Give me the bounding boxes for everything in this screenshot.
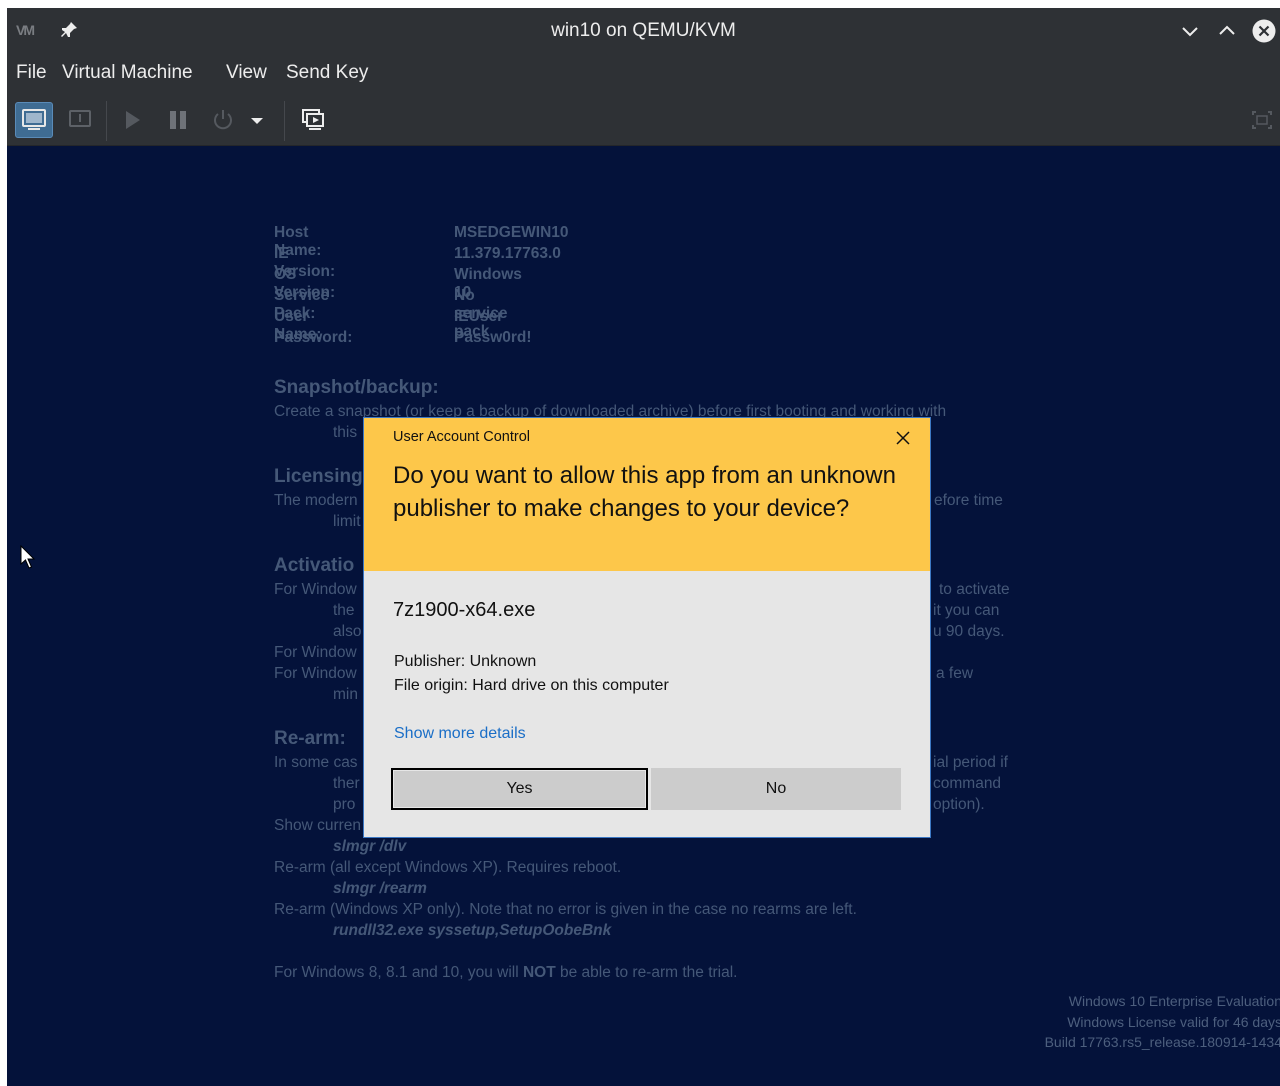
no-button[interactable]: No xyxy=(651,768,901,810)
licensing-heading: Licensing xyxy=(274,466,363,487)
bg-text: min xyxy=(333,686,358,703)
menu-bar: File Virtual Machine View Send Key xyxy=(7,55,1280,95)
bg-text: Re-arm (all except Windows XP). Requires… xyxy=(274,859,622,876)
maximize-icon[interactable] xyxy=(1215,19,1239,43)
yes-button[interactable]: Yes xyxy=(391,768,648,810)
close-icon[interactable] xyxy=(894,429,912,447)
command-text: slmgr /rearm xyxy=(333,880,427,897)
mouse-cursor-icon xyxy=(20,545,36,569)
uac-header: User Account Control Do you want to allo… xyxy=(364,418,930,571)
toolbar-separator xyxy=(284,101,285,141)
window-title: win10 on QEMU/KVM xyxy=(551,20,736,41)
bg-text: For Window xyxy=(274,644,357,661)
bg-text: In some cas xyxy=(274,754,358,771)
bg-text: this xyxy=(333,424,358,441)
menu-virtual-machine[interactable]: Virtual Machine xyxy=(62,62,193,84)
close-icon[interactable] xyxy=(1252,19,1276,43)
eval-watermark: Build 17763.rs5_release.180914-1434 xyxy=(1044,1034,1280,1050)
run-icon[interactable] xyxy=(113,102,151,138)
info-value: Passw0rd! xyxy=(454,329,532,346)
bg-text: a few xyxy=(936,665,974,682)
vm-window: VM win10 on QEMU/KVM File Virtual Machin… xyxy=(7,8,1280,1086)
bg-text: also xyxy=(333,623,362,640)
bg-text: The modern xyxy=(274,492,358,509)
console-button[interactable] xyxy=(15,102,53,138)
bg-text: option). xyxy=(933,796,985,813)
uac-app-name: 7z1900-x64.exe xyxy=(393,599,536,621)
eval-watermark: Windows License valid for 46 days xyxy=(1067,1014,1280,1030)
bg-text: Show curren xyxy=(274,817,362,834)
bg-text: efore time xyxy=(934,492,1003,509)
fullscreen-icon[interactable] xyxy=(1243,102,1280,138)
rearm-note-pre: For Windows 8, 8.1 and 10, you will xyxy=(274,964,523,981)
command-text: rundll32.exe syssetup,SetupOobeBnk xyxy=(333,922,612,939)
show-more-details-link[interactable]: Show more details xyxy=(394,725,526,743)
uac-publisher: Publisher: Unknown xyxy=(394,653,537,670)
command-text: slmgr /dlv xyxy=(333,838,407,855)
uac-question: Do you want to allow this app from an un… xyxy=(393,462,896,522)
bg-text: command xyxy=(933,775,1002,792)
bg-text: ial period if xyxy=(933,754,1008,771)
eval-watermark: Windows 10 Enterprise Evaluation xyxy=(1068,993,1280,1009)
toolbar xyxy=(7,95,1280,146)
info-value: MSEDGEWIN10 xyxy=(454,224,569,241)
uac-file-origin: File origin: Hard drive on this computer xyxy=(394,677,669,694)
rearm-note-bold: NOT xyxy=(522,964,556,981)
activation-heading: Activatio xyxy=(274,555,355,576)
guest-desktop[interactable]: Host Name: IE Version: OS Version: Servi… xyxy=(7,146,1280,1086)
dropdown-icon[interactable] xyxy=(245,102,269,138)
rearm-note-post: be able to re-arm the trial. xyxy=(555,964,738,981)
bg-text: u 90 days. xyxy=(933,623,1005,640)
menu-send-key[interactable]: Send Key xyxy=(286,62,368,84)
uac-dialog: User Account Control Do you want to allo… xyxy=(363,417,931,838)
bg-text: it you can xyxy=(933,602,1000,619)
bg-text: ther xyxy=(333,775,360,792)
menu-file[interactable]: File xyxy=(16,62,47,84)
power-icon[interactable] xyxy=(204,102,242,138)
rearm-note: For Windows 8, 8.1 and 10, you will NOT … xyxy=(274,964,737,982)
bg-text: the xyxy=(333,602,355,619)
bg-text: For Window xyxy=(274,581,357,598)
info-label: Password: xyxy=(274,329,353,346)
bg-text: For Window xyxy=(274,665,357,682)
snapshots-icon[interactable] xyxy=(294,102,332,138)
rearm-heading: Re-arm: xyxy=(274,728,346,749)
info-value: IEUser xyxy=(454,308,504,325)
pause-icon[interactable] xyxy=(159,102,197,138)
bg-text: limit xyxy=(333,513,361,530)
bg-text: pro xyxy=(333,796,356,813)
bg-text: to activate xyxy=(939,581,1010,598)
minimize-icon[interactable] xyxy=(1178,19,1202,43)
title-bar: VM win10 on QEMU/KVM xyxy=(7,8,1280,55)
uac-caption: User Account Control xyxy=(393,429,531,445)
bg-text: Re-arm (Windows XP only). Note that no e… xyxy=(274,901,857,918)
toolbar-separator xyxy=(106,101,107,141)
menu-view[interactable]: View xyxy=(226,62,267,84)
details-icon[interactable] xyxy=(61,102,99,138)
info-value: 11.379.17763.0 xyxy=(454,245,561,262)
snapshot-heading: Snapshot/backup: xyxy=(274,377,439,398)
console-icon xyxy=(22,109,46,130)
